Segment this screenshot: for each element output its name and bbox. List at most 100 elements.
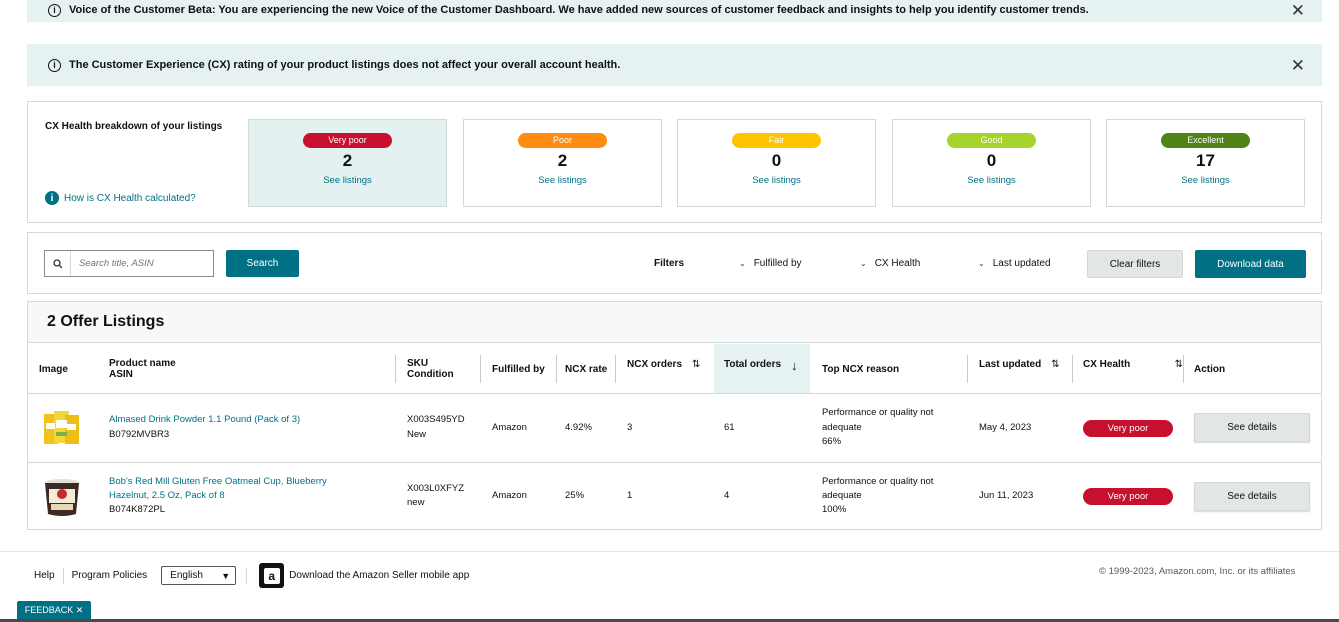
cx-count: 17 [1196,151,1215,170]
col-image: Image [39,363,68,375]
col-ncx-orders[interactable]: NCX orders ⇅ [627,344,700,394]
chevron-down-icon: ⌄ [739,259,746,268]
top-ncx-reason-line2: adequate [822,490,862,501]
see-details-button[interactable]: See details [1194,413,1310,442]
program-policies-link[interactable]: Program Policies [72,570,148,581]
cx-pill-poor: Poor [518,133,607,148]
download-data-button[interactable]: Download data [1195,250,1306,278]
asin: B074K872PL [109,504,165,515]
product-name-link[interactable]: Almased Drink Powder 1.1 Pound (Pack of … [109,413,300,427]
see-listings-link[interactable]: See listings [464,175,661,186]
cx-card-excellent[interactable]: Excellent 17 See listings [1106,119,1305,207]
table-heading: 2 Offer Listings [28,302,1321,343]
sort-icon[interactable]: ⇅ [1175,359,1183,370]
offer-listings-table: 2 Offer Listings Image Product name ASIN… [27,301,1322,530]
col-cx-health[interactable]: CX Health ⇅ [1083,344,1183,394]
product-name-link-line2[interactable]: Hazelnut, 2.5 Oz, Pack of 8 [109,489,225,503]
top-ncx-reason-pct: 66% [822,436,842,447]
cx-card-poor[interactable]: Poor 2 See listings [463,119,662,207]
ncx-orders: 1 [627,490,633,501]
last-updated-dropdown[interactable]: ⌄ Last updated [978,258,1051,269]
fulfilled-by-dropdown[interactable]: ⌄ Fulfilled by [739,258,802,269]
column-divider [480,355,481,383]
table-row: Bob's Red Mill Gluten Free Oatmeal Cup, … [28,462,1321,531]
search-input[interactable] [71,258,211,269]
see-details-button[interactable]: See details [1194,482,1310,511]
cx-health-dropdown[interactable]: ⌄ CX Health [860,258,920,269]
sort-icon[interactable]: ⇅ [692,359,700,370]
col-asin-label: ASIN [109,369,133,380]
cx-health-help-link[interactable]: How is CX Health calculated? [64,193,196,204]
search-icon[interactable] [45,251,71,276]
sort-desc-icon[interactable]: ↓ [791,358,798,373]
col-fulfilled-by[interactable]: Fulfilled by [492,344,545,394]
help-link[interactable]: Help [34,570,55,581]
filters-label: Filters [654,258,685,269]
fulfilled-by: Amazon [492,490,527,501]
cx-card-fair[interactable]: Fair 0 See listings [677,119,876,207]
info-icon: i [48,58,61,72]
clear-filters-button[interactable]: Clear filters [1087,250,1183,278]
cx-count: 2 [342,151,353,170]
amazon-app-icon[interactable]: a [259,563,285,588]
filter-bar: Search Filters ⌄ Fulfilled by ⌄ CX Healt… [27,232,1322,294]
column-divider [1183,355,1184,383]
top-ncx-reason: Performance or quality not [822,476,934,487]
col-top-ncx-reason[interactable]: Top NCX reason [822,344,899,394]
col-sku-label: SKU [407,358,429,369]
sku: X003S495YD [407,414,465,425]
info-icon: i [48,3,61,17]
col-product-name[interactable]: Product name ASIN [109,344,176,394]
cx-health-help[interactable]: i How is CX Health calculated? [45,191,196,205]
chevron-down-icon: ⌄ [860,259,867,268]
column-divider [1072,355,1073,383]
cx-card-very-poor[interactable]: Very poor 2 See listings [248,119,447,207]
see-listings-link[interactable]: See listings [893,175,1090,186]
last-updated: May 4, 2023 [979,422,1032,433]
cx-count: 2 [557,151,568,170]
footer-separator [246,567,248,584]
status-badge: Very poor [1083,488,1173,505]
column-divider [395,355,396,383]
close-icon[interactable]: ✕ [1291,57,1305,74]
ncx-orders: 3 [627,422,633,433]
col-sku[interactable]: SKU Condition [407,344,454,394]
chevron-down-icon: ⌄ [978,259,985,268]
see-listings-link[interactable]: See listings [1107,175,1304,186]
fulfilled-by: Amazon [492,422,527,433]
cx-banner-text: The Customer Experience (CX) rating of y… [69,59,621,71]
col-last-updated[interactable]: Last updated ⇅ [979,344,1060,394]
ncx-rate: 25% [565,490,585,501]
language-select-value: English [170,570,203,581]
col-action: Action [1194,363,1226,375]
see-listings-link[interactable]: See listings [678,175,875,186]
footer-separator [62,567,64,584]
search-button[interactable]: Search [226,250,299,277]
col-ncx-rate[interactable]: NCX rate [565,344,607,394]
cx-health-title: CX Health breakdown of your listings [45,121,223,132]
cx-pill-fair: Fair [732,133,821,148]
feedback-button[interactable]: FEEDBACK ✕ [17,601,91,619]
cx-count: 0 [771,151,782,170]
language-select[interactable]: English ▼ [161,566,237,585]
cx-pill-good: Good [947,133,1036,148]
close-icon[interactable]: ✕ [1291,2,1305,19]
cx-health-dropdown-label: CX Health [874,258,921,269]
cx-pill-very-poor: Very poor [303,133,392,148]
sort-icon[interactable]: ⇅ [1051,359,1059,370]
last-updated: Jun 11, 2023 [979,490,1034,501]
amazon-app-glyph: a [263,567,280,584]
last-updated-dropdown-label: Last updated [992,258,1051,269]
ncx-rate: 4.92% [565,422,592,433]
product-image[interactable] [40,475,84,519]
see-listings-link[interactable]: See listings [249,175,446,186]
col-total-orders[interactable]: Total orders ↓ [714,344,810,394]
top-ncx-reason: Performance or quality not [822,407,934,418]
sku: X003L0XFYZ [407,483,465,494]
cx-pill-excellent: Excellent [1161,133,1250,148]
cx-card-good[interactable]: Good 0 See listings [892,119,1091,207]
product-image[interactable] [40,406,84,450]
product-name-link[interactable]: Bob's Red Mill Gluten Free Oatmeal Cup, … [109,475,327,489]
download-app-link[interactable]: Download the Amazon Seller mobile app [289,570,469,581]
column-divider [967,355,968,383]
